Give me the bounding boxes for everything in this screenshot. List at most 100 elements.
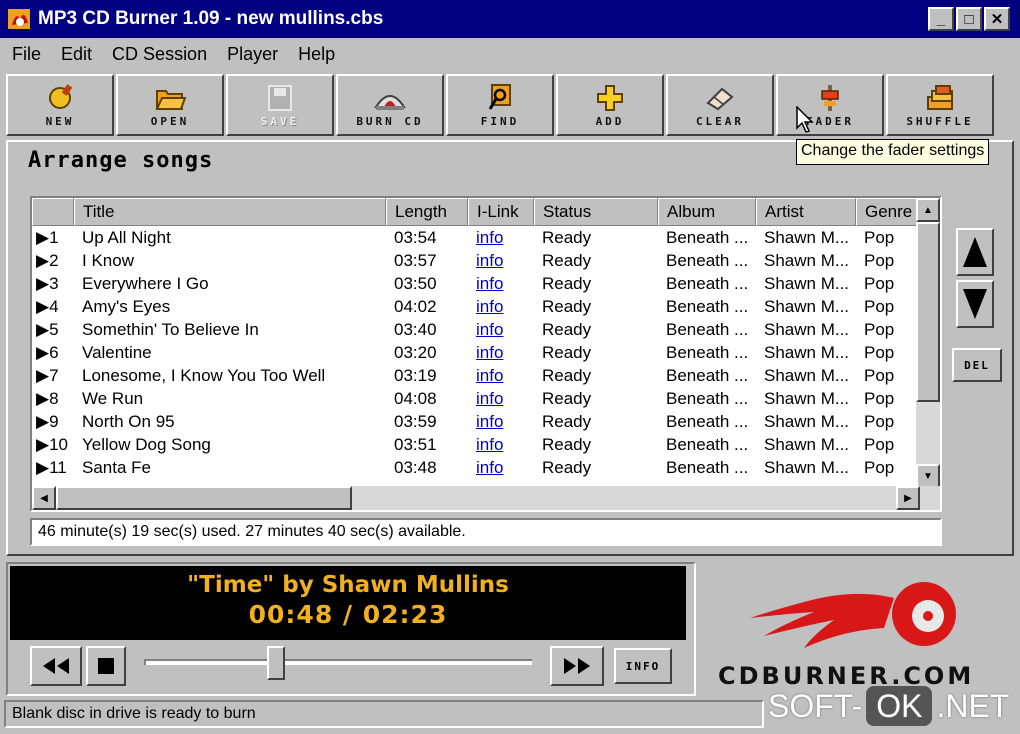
save-button[interactable]: SAVE — [226, 74, 334, 136]
table-row[interactable]: ▶11 Santa Fe 03:48 info Ready Beneath ... Shaw… — [32, 456, 918, 479]
menu-file[interactable]: File — [12, 44, 41, 65]
add-button[interactable]: ADD — [556, 74, 664, 136]
menu-player[interactable]: Player — [227, 44, 278, 65]
track-info-link[interactable]: info — [468, 318, 534, 341]
find-magnifier-icon — [488, 83, 511, 110]
menu-help[interactable]: Help — [298, 44, 335, 65]
track-artist: Shawn M... — [764, 274, 850, 293]
table-row[interactable]: ▶10 Yellow Dog Song 03:51 info Ready Beneath … — [32, 433, 918, 456]
table-row[interactable]: ▶1 Up All Night 03:54 info Ready Beneath ... S… — [32, 226, 918, 249]
maximize-icon: □ — [964, 10, 974, 28]
column-header-ilink[interactable]: I-Link — [468, 198, 534, 226]
info-link[interactable]: info — [476, 412, 503, 431]
move-up-button[interactable] — [956, 228, 994, 276]
track-title: Valentine — [82, 343, 152, 362]
open-button[interactable]: OPEN — [116, 74, 224, 136]
clear-button[interactable]: CLEAR — [666, 74, 774, 136]
info-link[interactable]: info — [476, 251, 503, 270]
track-info-link[interactable]: info — [468, 226, 534, 249]
track-genre: Pop — [864, 343, 895, 362]
find-label: FIND — [480, 114, 520, 128]
column-header-title[interactable]: Title — [74, 198, 386, 226]
table-row[interactable]: ▶6 Valentine 03:20 info Ready Beneath ... Shaw… — [32, 341, 918, 364]
track-title: I Know — [82, 251, 134, 270]
vertical-scrollbar[interactable]: ▲ ▼ — [916, 198, 940, 488]
info-link[interactable]: info — [476, 297, 503, 316]
scroll-up-icon[interactable]: ▲ — [916, 198, 940, 222]
shuffle-button[interactable]: SHUFFLE — [886, 74, 994, 136]
track-genre: Pop — [864, 274, 895, 293]
fader-button[interactable]: FADER — [776, 74, 884, 136]
minimize-button[interactable]: _ — [928, 7, 954, 31]
fast-forward-button[interactable] — [550, 646, 604, 686]
table-row[interactable]: ▶5 Somethin' To Believe In 03:40 info Ready B… — [32, 318, 918, 341]
track-info-link[interactable]: info — [468, 410, 534, 433]
track-info-link[interactable]: info — [468, 433, 534, 456]
track-info-link[interactable]: info — [468, 249, 534, 272]
column-header-length[interactable]: Length — [386, 198, 468, 226]
track-info-link[interactable]: info — [468, 295, 534, 318]
folder-open-icon — [155, 89, 186, 110]
track-info-link[interactable]: info — [468, 341, 534, 364]
track-info-link[interactable]: info — [468, 387, 534, 410]
info-link[interactable]: info — [476, 274, 503, 293]
info-link[interactable]: info — [476, 389, 503, 408]
column-header-status[interactable]: Status — [534, 198, 658, 226]
rewind-button[interactable] — [30, 646, 82, 686]
column-header-genre[interactable]: Genre — [856, 198, 918, 226]
seek-slider-thumb[interactable] — [266, 646, 285, 680]
table-row[interactable]: ▶8 We Run 04:08 info Ready Beneath ... Shawn M… — [32, 387, 918, 410]
track-status: Ready — [542, 274, 592, 293]
table-row[interactable]: ▶2 I Know 03:57 info Ready Beneath ... Shawn M… — [32, 249, 918, 272]
scroll-down-icon[interactable]: ▼ — [916, 464, 940, 488]
track-number: ▶11 — [36, 458, 67, 477]
scroll-left-icon[interactable]: ◀ — [32, 486, 56, 510]
track-album: Beneath ... — [666, 389, 749, 408]
track-title: Lonesome, I Know You Too Well — [82, 366, 326, 385]
menu-edit[interactable]: Edit — [61, 44, 92, 65]
song-table[interactable]: Title Length I-Link Status Album Artist … — [30, 196, 942, 512]
maximize-button[interactable]: □ — [956, 7, 982, 31]
column-header-album[interactable]: Album — [658, 198, 756, 226]
horizontal-scrollbar[interactable]: ◀ ▶ — [32, 486, 940, 510]
table-row[interactable]: ▶9 North On 95 03:59 info Ready Beneath ... Sh… — [32, 410, 918, 433]
menu-cd-session[interactable]: CD Session — [112, 44, 207, 65]
watermark: SOFT- OK .NET — [768, 686, 1009, 726]
scroll-thumb[interactable] — [916, 222, 940, 402]
track-artist: Shawn M... — [764, 435, 850, 454]
info-link[interactable]: info — [476, 228, 503, 247]
track-number: ▶7 — [36, 366, 59, 385]
title-bar[interactable]: MP3 CD Burner 1.09 - new mullins.cbs _ □… — [0, 0, 1020, 38]
table-row[interactable]: ▶4 Amy's Eyes 04:02 info Ready Beneath ... Sha… — [32, 295, 918, 318]
seek-slider-track[interactable] — [144, 659, 532, 665]
info-link[interactable]: info — [476, 435, 503, 454]
table-row[interactable]: ▶7 Lonesome, I Know You Too Well 03:19 info… — [32, 364, 918, 387]
scroll-right-icon[interactable]: ▶ — [896, 486, 920, 510]
info-link[interactable]: info — [476, 320, 503, 339]
column-header-number[interactable] — [32, 198, 74, 226]
save-label: SAVE — [260, 114, 300, 128]
horizontal-scroll-thumb[interactable] — [56, 486, 352, 510]
new-button[interactable]: NEW — [6, 74, 114, 136]
close-button[interactable]: ✕ — [984, 7, 1010, 31]
move-down-button[interactable] — [956, 280, 994, 328]
delete-button[interactable]: DEL — [952, 348, 1002, 382]
column-header-artist[interactable]: Artist — [756, 198, 856, 226]
info-link[interactable]: info — [476, 366, 503, 385]
find-button[interactable]: FIND — [446, 74, 554, 136]
info-button[interactable]: INFO — [614, 648, 672, 684]
track-info-link[interactable]: info — [468, 272, 534, 295]
track-length: 03:51 — [394, 435, 437, 454]
new-icon — [49, 83, 73, 109]
playback-time: 00:48 / 02:23 — [248, 600, 448, 629]
table-row[interactable]: ▶3 Everywhere I Go 03:50 info Ready Beneath .… — [32, 272, 918, 295]
info-link[interactable]: info — [476, 458, 503, 477]
menu-bar: File Edit CD Session Player Help — [0, 38, 1020, 70]
burn-cd-button[interactable]: BURN CD — [336, 74, 444, 136]
track-number: ▶8 — [36, 389, 59, 408]
info-link[interactable]: info — [476, 343, 503, 362]
open-label: OPEN — [150, 114, 190, 128]
stop-button[interactable] — [86, 646, 126, 686]
track-info-link[interactable]: info — [468, 456, 534, 479]
track-info-link[interactable]: info — [468, 364, 534, 387]
